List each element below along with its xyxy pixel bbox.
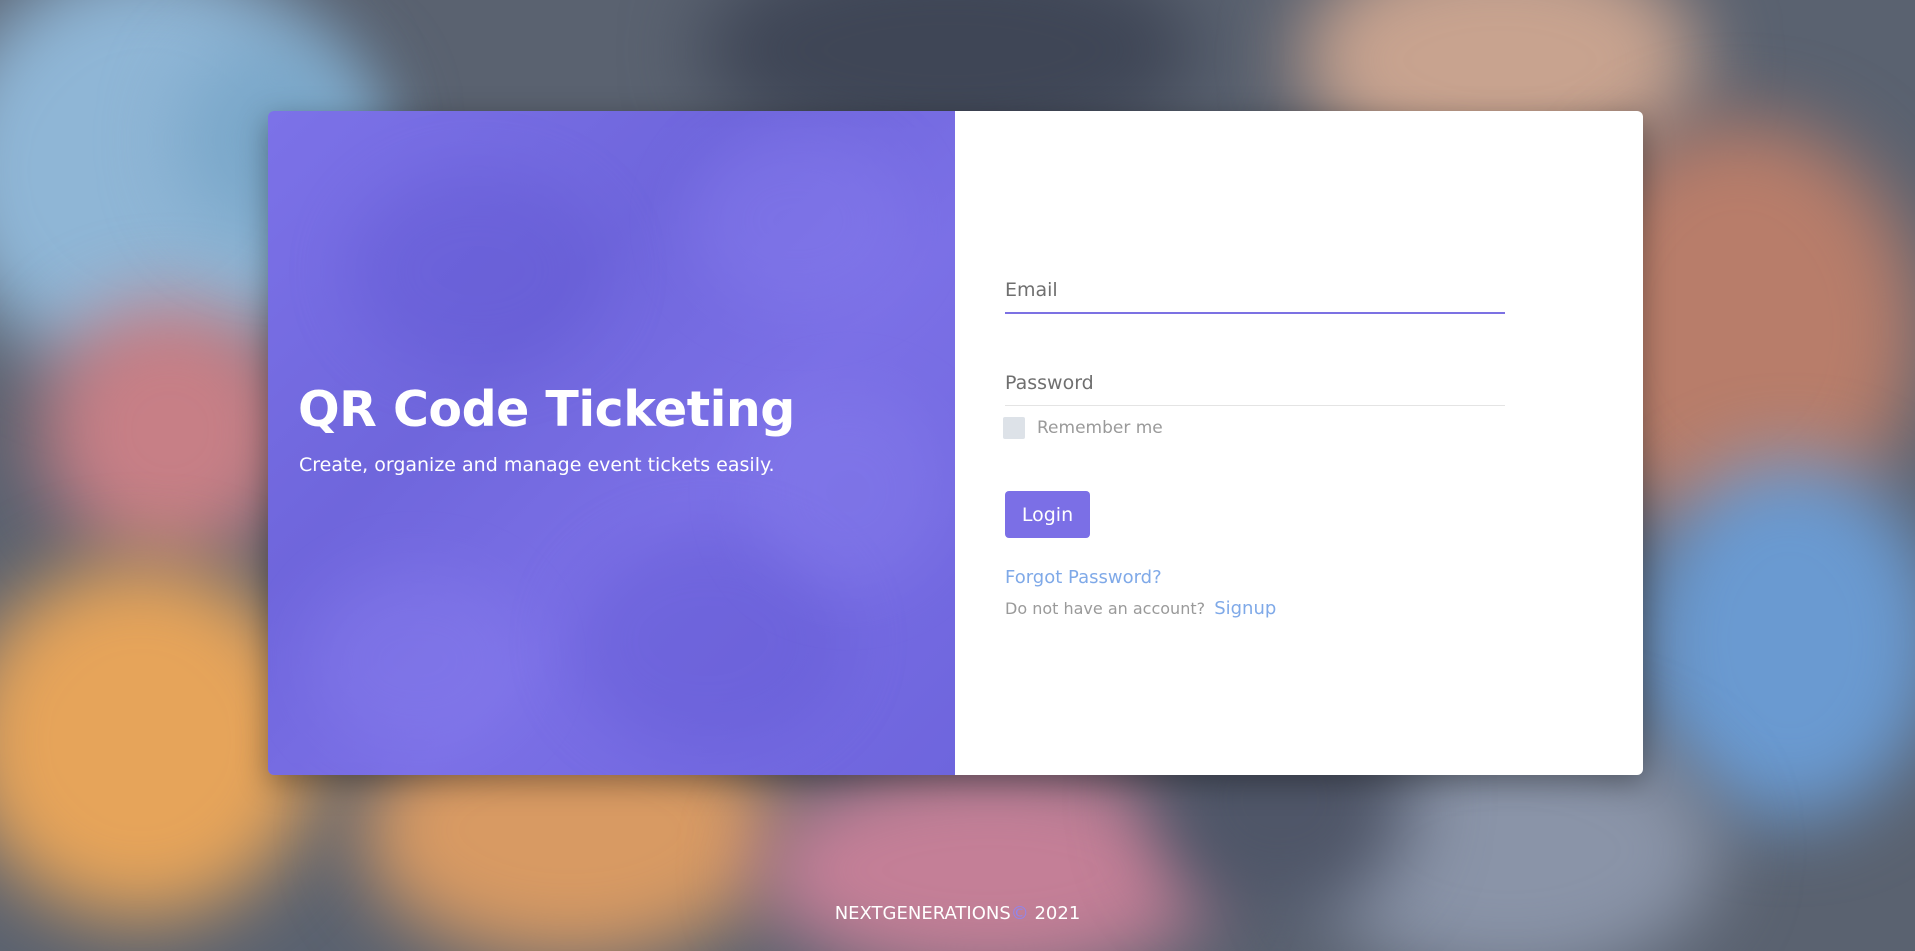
app-subtitle: Create, organize and manage event ticket… xyxy=(299,454,775,476)
remember-me-label[interactable]: Remember me xyxy=(1037,418,1163,438)
signup-row: Do not have an account? Signup xyxy=(1005,598,1276,619)
email-field[interactable] xyxy=(1005,268,1505,312)
signup-prompt: Do not have an account? xyxy=(1005,599,1206,618)
signup-link[interactable]: Signup xyxy=(1214,598,1276,619)
login-form-panel: Remember me Login Forgot Password? Do no… xyxy=(955,111,1643,775)
remember-me-row[interactable]: Remember me xyxy=(1003,417,1163,439)
email-underline xyxy=(1005,312,1505,314)
password-underline xyxy=(1005,405,1505,406)
email-field-wrapper xyxy=(1005,268,1505,314)
hero-panel: QR Code Ticketing Create, organize and m… xyxy=(268,111,955,775)
login-button[interactable]: Login xyxy=(1005,491,1090,538)
password-field[interactable] xyxy=(1005,361,1505,405)
footer-brand: NEXTGENERATIONS xyxy=(834,903,1011,924)
login-card: QR Code Ticketing Create, organize and m… xyxy=(268,111,1643,775)
remember-me-checkbox[interactable] xyxy=(1003,417,1025,439)
copyright-symbol: © xyxy=(1010,903,1029,924)
footer-year: 2021 xyxy=(1034,903,1081,924)
app-title: QR Code Ticketing xyxy=(298,381,795,438)
footer: NEXTGENERATIONS© 2021 xyxy=(0,903,1915,924)
forgot-password-link[interactable]: Forgot Password? xyxy=(1005,567,1162,588)
password-field-wrapper xyxy=(1005,361,1505,406)
